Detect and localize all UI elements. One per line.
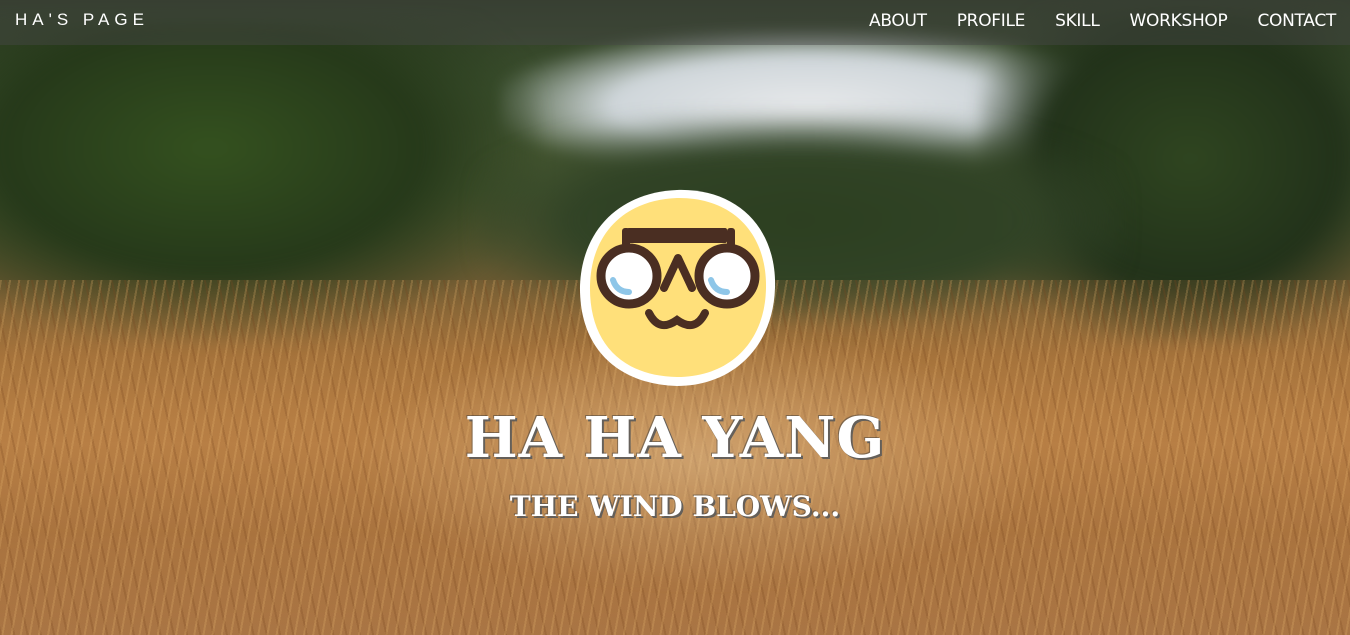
- hero-subtitle: THE WIND BLOWS...: [509, 490, 841, 523]
- top-navbar: HA'S PAGE ABOUT PROFILE SKILL WORKSHOP C…: [0, 0, 1350, 45]
- nav-skill[interactable]: SKILL: [1055, 11, 1100, 31]
- nav-about[interactable]: ABOUT: [869, 11, 927, 31]
- nav-contact[interactable]: CONTACT: [1257, 11, 1336, 31]
- nav-profile[interactable]: PROFILE: [957, 11, 1026, 31]
- nav-links: ABOUT PROFILE SKILL WORKSHOP CONTACT: [839, 11, 1336, 31]
- nav-workshop[interactable]: WORKSHOP: [1130, 11, 1228, 31]
- site-brand[interactable]: HA'S PAGE: [15, 10, 149, 30]
- hero-title: HA HA YANG: [464, 405, 886, 471]
- cartoon-face-with-glasses-icon: [579, 189, 776, 386]
